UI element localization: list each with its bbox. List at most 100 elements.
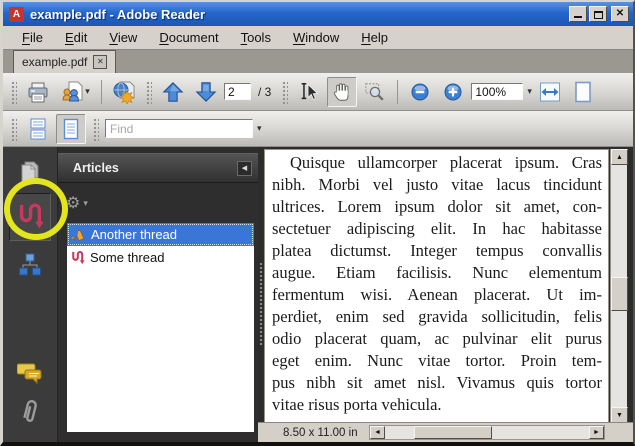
text-line: vitae risus porta vehicula.: [272, 394, 602, 416]
comments-panel-icon[interactable]: [17, 361, 43, 385]
menu-help[interactable]: Help: [350, 28, 399, 47]
select-tool-icon: [298, 81, 320, 103]
tab-label: example.pdf: [22, 55, 87, 69]
collapse-panel-button[interactable]: ◀: [237, 161, 252, 176]
text-line: Quisque ullamcorper placerat ipsum. Cras: [272, 152, 602, 174]
scroll-right-button[interactable]: ►: [589, 426, 604, 439]
menu-file[interactable]: File: [11, 28, 54, 47]
adobe-pdf-logo-icon: A: [9, 7, 24, 22]
text-line: eget enim. Nunc vitae tortor. Proin tem-: [272, 350, 602, 372]
menu-edit[interactable]: Edit: [54, 28, 98, 47]
scroll-down-button[interactable]: ▼: [611, 407, 628, 423]
text-line: fermentum wisi. Aenean placerat. Ut im-: [272, 284, 602, 306]
page-number-input[interactable]: [224, 83, 251, 100]
articles-panel-button[interactable]: [9, 193, 51, 241]
find-input[interactable]: [105, 119, 253, 138]
menu-document[interactable]: Document: [148, 28, 229, 47]
horizontal-scrollbar[interactable]: ◄ ►: [369, 425, 605, 440]
status-bar: 8.50 x 11.00 in ◄ ►: [258, 422, 633, 442]
share-document-icon: [60, 80, 84, 104]
toolbar-grip[interactable]: [145, 80, 152, 104]
acrobat-online-button[interactable]: [109, 77, 139, 107]
thread-label: Some thread: [90, 250, 164, 265]
toolbar-grip[interactable]: [10, 117, 17, 141]
zoom-in-button[interactable]: [438, 77, 468, 107]
navigation-panel-strip: [3, 147, 58, 442]
continuous-pages-icon: [27, 117, 49, 141]
chevron-down-icon: ▾: [85, 86, 90, 97]
page-size-label: 8.50 x 11.00 in: [283, 427, 358, 439]
fit-page-button[interactable]: [568, 77, 598, 107]
zoom-out-button[interactable]: [405, 77, 435, 107]
options-dropdown-icon[interactable]: ▾: [83, 198, 88, 209]
list-item-some-thread[interactable]: Some thread: [67, 246, 254, 269]
scroll-left-icon: ◄: [374, 429, 381, 436]
minimize-button[interactable]: [569, 6, 587, 22]
secondary-toolbar: ▾: [3, 111, 633, 147]
menu-bar: File Edit View Document Tools Window Hel…: [3, 26, 633, 50]
thread-label: Another thread: [91, 227, 177, 242]
zoom-level-input[interactable]: [471, 83, 523, 100]
layers-panel-icon[interactable]: [18, 253, 42, 277]
next-page-button[interactable]: [191, 77, 221, 107]
fit-width-icon: [538, 80, 562, 104]
hand-tool-button[interactable]: [327, 77, 357, 107]
marquee-zoom-button[interactable]: [360, 77, 390, 107]
tab-example-pdf[interactable]: example.pdf ✕: [13, 50, 116, 73]
window-title: example.pdf - Adobe Reader: [30, 7, 567, 22]
maximize-button[interactable]: [589, 6, 607, 22]
articles-icon: [16, 201, 44, 233]
menu-window[interactable]: Window: [282, 28, 350, 47]
menu-tools[interactable]: Tools: [230, 28, 282, 47]
zoom-out-icon: [410, 82, 430, 102]
pages-panel-icon[interactable]: [17, 159, 43, 185]
close-button[interactable]: ✕: [611, 6, 629, 22]
toolbar-separator: [101, 80, 102, 104]
horizontal-scroll-thumb[interactable]: [414, 426, 492, 439]
single-page-button[interactable]: [56, 114, 86, 144]
select-tool-button[interactable]: [294, 77, 324, 107]
scroll-right-icon: ►: [593, 429, 600, 436]
hand-tool-icon: [331, 81, 353, 103]
collaborate-button[interactable]: ▾: [56, 77, 94, 107]
tab-bar: example.pdf ✕: [3, 50, 633, 73]
list-item-another-thread[interactable]: Another thread: [67, 223, 254, 246]
toolbar-grip[interactable]: [92, 117, 99, 141]
continuous-scroll-button[interactable]: [23, 114, 53, 144]
down-arrow-icon: [195, 81, 217, 103]
collapse-left-icon: ◀: [242, 164, 247, 172]
panel-title: Articles: [73, 161, 237, 175]
globe-document-icon: [112, 80, 136, 104]
vertical-scrollbar[interactable]: ▲ ▼: [610, 149, 627, 423]
page-total-label: / 3: [258, 85, 271, 99]
print-button[interactable]: [23, 77, 53, 107]
minimize-icon: [574, 16, 582, 18]
attachments-panel-icon[interactable]: [18, 397, 42, 427]
scroll-left-button[interactable]: ◄: [370, 426, 385, 439]
text-line: nibh. Morbi vel justo vitae lacus tincid…: [272, 174, 602, 196]
toolbar-grip[interactable]: [10, 80, 17, 104]
marquee-zoom-icon: [364, 81, 386, 103]
vertical-scroll-thumb[interactable]: [611, 277, 628, 311]
scroll-up-icon: ▲: [616, 154, 623, 161]
articles-panel: Articles ◀ ⚙ ▾ Another thread: [58, 147, 258, 442]
fit-width-button[interactable]: [535, 77, 565, 107]
gear-icon[interactable]: ⚙: [66, 193, 80, 213]
fit-page-icon: [571, 80, 595, 104]
find-dropdown-icon[interactable]: ▾: [257, 123, 262, 134]
menu-view[interactable]: View: [98, 28, 148, 47]
text-line: pus nibh sit amet nisl. Vivamus quis tor…: [272, 372, 602, 394]
reading-arrow-icon: [70, 227, 86, 243]
toolbar-grip[interactable]: [281, 80, 288, 104]
previous-page-button[interactable]: [158, 77, 188, 107]
article-thread-icon: [70, 250, 85, 266]
scroll-up-button[interactable]: ▲: [611, 149, 628, 165]
tab-close-icon[interactable]: ✕: [93, 55, 107, 69]
zoom-dropdown-icon[interactable]: ▾: [527, 86, 532, 97]
text-line: odio placerat quam, ac pulvinar elit pur…: [272, 328, 602, 350]
maximize-icon: [594, 11, 603, 19]
content-area: Articles ◀ ⚙ ▾ Another thread: [3, 147, 633, 442]
text-line: sectetuer adipiscing elit. In hac habita…: [272, 218, 602, 240]
pdf-page: Quisque ullamcorper placerat ipsum. Cras…: [264, 149, 609, 423]
text-line: platea dictumst. Integer tempus convalli…: [272, 240, 602, 262]
